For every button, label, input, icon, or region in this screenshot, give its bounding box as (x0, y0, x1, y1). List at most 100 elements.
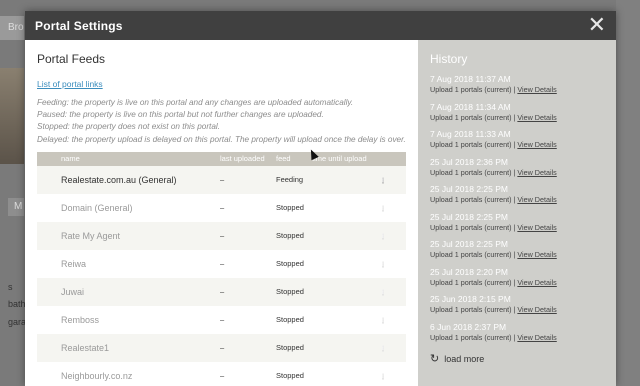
portal-name: Reiwa (61, 258, 87, 269)
history-item: 7 Aug 2018 11:34 AM Upload 1 portals (cu… (430, 102, 604, 123)
history-text: Upload 1 portals (current) | (430, 140, 516, 149)
background-text: bath (8, 299, 26, 309)
feed-status-descriptions: Feeding: the property is live on this po… (37, 97, 406, 146)
history-text: Upload 1 portals (current) | (430, 222, 516, 232)
portal-name: Remboss (61, 314, 100, 325)
info-icon[interactable]: i (382, 373, 384, 381)
history-text: Upload 1 portals (current) | (430, 167, 516, 177)
load-more-label: load more (444, 353, 485, 364)
portal-table-header: name last uploaded feed time until uploa… (37, 151, 406, 166)
history-text: Upload 1 portals (current) | (430, 195, 516, 204)
table-row[interactable]: Remboss – Stopped i (37, 306, 406, 334)
portal-settings-modal: Portal Settings ✕ Portal Feeds List of p… (25, 11, 616, 386)
history-item: 25 Jun 2018 2:15 PM Upload 1 portals (cu… (430, 294, 604, 315)
table-row[interactable]: Realestate.com.au (General) – Feeding i (37, 165, 406, 194)
feed-status: Stopped (276, 371, 304, 381)
reload-icon: ↻ (430, 352, 440, 365)
view-details-link[interactable]: View Details (517, 223, 556, 232)
view-details-link[interactable]: View Details (517, 278, 556, 287)
feed-status: Stopped (276, 287, 304, 297)
history-item: 25 Jul 2018 2:25 PM Upload 1 portals (cu… (430, 184, 604, 205)
history-date: 7 Aug 2018 11:34 AM (430, 101, 511, 112)
table-row[interactable]: Rate My Agent – Stopped i (37, 221, 406, 250)
last-uploaded: – (220, 315, 225, 325)
feed-status: Stopped (276, 343, 304, 353)
background-right-edge (616, 0, 640, 386)
info-icon[interactable]: i (382, 345, 384, 353)
background-text: s (8, 282, 13, 292)
history-text: Upload 1 portals (current) | (430, 305, 516, 314)
column-name: name (61, 154, 80, 164)
info-icon[interactable]: i (382, 289, 384, 297)
history-item: 6 Jun 2018 2:37 PM Upload 1 portals (cur… (430, 322, 604, 343)
history-date: 7 Aug 2018 11:33 AM (430, 129, 511, 139)
info-icon[interactable]: i (382, 233, 384, 241)
view-details-link[interactable]: View Details (517, 250, 556, 259)
history-date: 25 Jul 2018 2:25 PM (430, 184, 508, 194)
history-item: 25 Jul 2018 2:36 PM Upload 1 portals (cu… (430, 157, 604, 178)
portal-name: Rate My Agent (61, 230, 121, 241)
description-stopped: Stopped: the property does not exist on … (37, 122, 220, 132)
portal-feeds-title: Portal Feeds (37, 52, 106, 66)
info-icon[interactable]: i (382, 261, 384, 269)
last-uploaded: – (220, 343, 225, 353)
background-button: Bro (0, 16, 24, 40)
portal-name: Neighbourly.co.nz (61, 370, 133, 381)
portal-name: Domain (General) (61, 202, 133, 213)
history-title: History (430, 52, 468, 66)
load-more-button[interactable]: ↻ load more (430, 352, 604, 365)
table-row[interactable]: Juwai – Stopped i (37, 277, 406, 306)
description-feeding: Feeding: the property is live on this po… (37, 98, 354, 107)
last-uploaded: – (220, 203, 225, 213)
history-date: 25 Jun 2018 2:15 PM (430, 294, 511, 304)
history-date: 25 Jul 2018 2:25 PM (430, 211, 508, 222)
feed-status: Stopped (276, 259, 304, 269)
view-details-link[interactable]: View Details (517, 85, 556, 94)
history-item: 7 Aug 2018 11:33 AM Upload 1 portals (cu… (430, 129, 604, 150)
view-details-link[interactable]: View Details (517, 333, 556, 342)
table-row[interactable]: Domain (General) – Stopped i (37, 194, 406, 222)
feed-status: Stopped (276, 315, 304, 325)
last-uploaded: – (220, 259, 225, 269)
background-text: gara (8, 317, 27, 327)
history-panel: History 7 Aug 2018 11:37 AM Upload 1 por… (418, 40, 616, 386)
portal-table-body: Realestate.com.au (General) – Feeding i … (37, 165, 406, 386)
background-tab: M (8, 198, 24, 216)
portal-links-link[interactable]: List of portal links (37, 79, 103, 89)
history-text: Upload 1 portals (current) | (430, 332, 516, 342)
history-item: 25 Jul 2018 2:25 PM Upload 1 portals (cu… (430, 212, 604, 233)
table-row[interactable]: Realestate1 – Stopped i (37, 333, 406, 362)
history-date: 7 Aug 2018 11:37 AM (430, 74, 511, 84)
close-icon[interactable]: ✕ (588, 14, 606, 37)
background-property-image (0, 68, 24, 164)
view-details-link[interactable]: View Details (517, 140, 556, 149)
table-row[interactable]: Neighbourly.co.nz – Stopped i (37, 362, 406, 386)
column-last-uploaded: last uploaded (220, 154, 265, 164)
history-text: Upload 1 portals (current) | (430, 250, 516, 259)
modal-body: Portal Feeds List of portal links Feedin… (25, 40, 616, 386)
feed-status: Feeding (276, 175, 304, 185)
info-icon[interactable]: i (382, 317, 384, 325)
history-date: 25 Jul 2018 2:20 PM (430, 266, 508, 277)
last-uploaded: – (220, 371, 225, 381)
column-feed: feed (276, 154, 291, 164)
last-uploaded: – (220, 287, 225, 297)
view-details-link[interactable]: View Details (517, 168, 556, 177)
view-details-link[interactable]: View Details (517, 195, 556, 204)
history-text: Upload 1 portals (current) | (430, 85, 516, 94)
column-time-until-upload: time until upload (312, 154, 367, 164)
portal-name: Juwai (61, 286, 85, 297)
info-icon[interactable]: i (382, 205, 384, 213)
feed-status: Stopped (276, 203, 304, 213)
history-date: 6 Jun 2018 2:37 PM (430, 321, 507, 332)
history-item: 25 Jul 2018 2:25 PM Upload 1 portals (cu… (430, 239, 604, 260)
info-icon[interactable]: i (382, 177, 384, 185)
modal-title: Portal Settings (35, 18, 123, 33)
history-text: Upload 1 portals (current) | (430, 277, 516, 287)
portal-feeds-panel: Portal Feeds List of portal links Feedin… (25, 40, 418, 386)
description-paused: Paused: the property is live on this por… (37, 110, 324, 120)
view-details-link[interactable]: View Details (517, 305, 556, 314)
feed-status: Stopped (276, 231, 304, 241)
table-row[interactable]: Reiwa – Stopped i (37, 250, 406, 278)
view-details-link[interactable]: View Details (517, 113, 556, 122)
